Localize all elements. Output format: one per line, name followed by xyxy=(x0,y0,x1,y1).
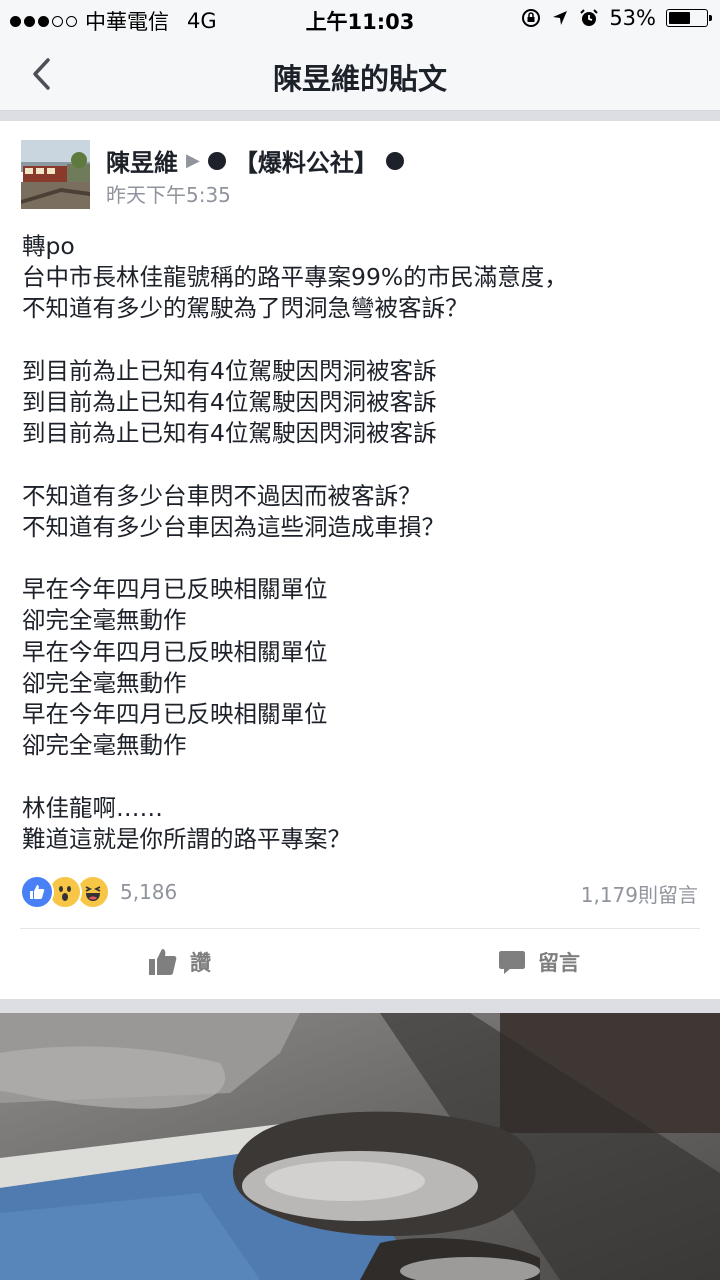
alarm-icon xyxy=(580,9,599,26)
bullet-icon xyxy=(385,151,404,170)
post-photo[interactable] xyxy=(0,1013,720,1280)
navigation-bar: 陳昱維的貼文 xyxy=(0,36,720,111)
battery-percent: 53% xyxy=(609,6,656,30)
thumbs-up-icon xyxy=(149,949,177,975)
status-bar: 中華電信 4G 上午11:03 53% xyxy=(0,0,720,36)
target-page-name[interactable]: 【爆料公社】 xyxy=(234,143,378,178)
battery-icon xyxy=(666,9,712,27)
reaction-count: 5,186 xyxy=(120,880,178,904)
location-icon xyxy=(553,11,568,25)
comment-button[interactable]: 留言 xyxy=(498,947,580,977)
status-right: 53% xyxy=(521,6,712,30)
post-body: 轉po 台中市長林佳龍號稱的路平專案99%的市民滿意度， 不知道有多少的駕駛為了… xyxy=(22,232,568,853)
comment-bubble-icon xyxy=(499,951,525,974)
comment-count[interactable]: 1,179則留言 xyxy=(581,879,698,908)
screen-lock-icon xyxy=(522,9,541,27)
bullet-icon xyxy=(207,151,226,170)
like-button[interactable]: 讚 xyxy=(148,947,211,977)
post-timestamp[interactable]: 昨天下午5:35 xyxy=(106,179,231,208)
post-header: 陳昱維 ▶ 【爆料公社】 xyxy=(106,143,404,178)
action-divider xyxy=(20,928,700,929)
author-name[interactable]: 陳昱維 xyxy=(106,143,178,178)
page-title: 陳昱維的貼文 xyxy=(272,62,447,96)
avatar-image xyxy=(21,140,90,209)
share-arrow-icon: ▶ xyxy=(186,150,200,171)
like-reaction-icon xyxy=(20,875,54,909)
author-avatar[interactable] xyxy=(21,140,90,209)
like-label: 讚 xyxy=(190,951,211,975)
section-divider xyxy=(0,111,720,121)
post-card: 陳昱維 ▶ 【爆料公社】 昨天下午5:35 轉po 台中市長林佳龍號稱的路平專案… xyxy=(0,121,720,999)
pothole-photo-image xyxy=(0,1013,720,1280)
comment-label: 留言 xyxy=(538,951,580,975)
section-divider xyxy=(0,999,720,1013)
reactions-summary[interactable]: 5,186 xyxy=(20,875,177,909)
